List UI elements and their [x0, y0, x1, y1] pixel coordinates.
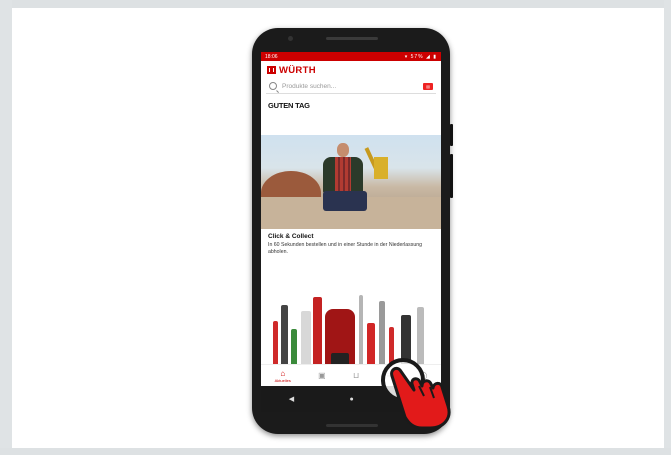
- power-button: [450, 124, 453, 146]
- status-time: 18:06: [265, 53, 278, 60]
- excavator: [374, 157, 388, 179]
- tool-red-can: [313, 297, 322, 367]
- backdrop-edge-top: [0, 0, 671, 8]
- tool-pliers: [291, 329, 297, 367]
- pointing-hand-icon: [390, 366, 451, 430]
- nav-item-label: Aktuelles: [274, 377, 291, 383]
- earpiece-speaker: [326, 37, 378, 40]
- tool-spanner: [359, 295, 363, 367]
- worker-legs: [323, 191, 367, 211]
- nav-item-aktuelles[interactable]: ⌂ Aktuelles: [274, 368, 291, 383]
- backdrop-edge-bottom: [0, 448, 671, 455]
- tool-hammer: [281, 305, 288, 367]
- tool-spray-can: [301, 311, 311, 367]
- brand-name: WÜRTH: [279, 64, 316, 76]
- worker-head: [337, 143, 349, 157]
- catalog-icon: ▣: [318, 371, 326, 380]
- home-icon: ⌂: [280, 368, 286, 378]
- nav-item-catalog[interactable]: ▣: [318, 372, 326, 380]
- nav-item-cart[interactable]: ⊔: [353, 372, 359, 380]
- front-camera: [288, 36, 293, 41]
- bottom-speaker: [326, 424, 378, 427]
- tool-knife: [367, 323, 375, 367]
- volume-button: [450, 154, 453, 198]
- greeting-heading: GUTEN TAG: [268, 101, 310, 110]
- backdrop-edge-left: [0, 0, 12, 455]
- search-icon[interactable]: [269, 82, 277, 90]
- status-bar: 18:06 ▾ 57% ◢ ▮: [261, 52, 441, 61]
- app-header: WÜRTH: [261, 61, 441, 79]
- wurth-logo-icon: [267, 66, 276, 74]
- worker-shirt: [335, 157, 351, 193]
- promo-title[interactable]: Click & Collect: [268, 233, 314, 240]
- home-button-icon[interactable]: ●: [349, 396, 353, 403]
- search-input[interactable]: [282, 82, 418, 90]
- barcode-scan-icon[interactable]: ▤: [423, 82, 433, 90]
- status-icons: ▾ 57% ◢ ▮: [404, 53, 437, 60]
- search-bar[interactable]: ▤: [266, 79, 436, 94]
- tools-image[interactable]: [261, 274, 441, 367]
- backdrop-edge-right: [664, 0, 671, 455]
- promo-image[interactable]: [261, 135, 441, 229]
- cart-icon: ⊔: [352, 371, 360, 380]
- promo-text: In 60 Sekunden bestellen und in einer St…: [268, 242, 423, 255]
- back-icon[interactable]: ◀: [289, 395, 294, 403]
- tool-screwdriver: [273, 321, 278, 367]
